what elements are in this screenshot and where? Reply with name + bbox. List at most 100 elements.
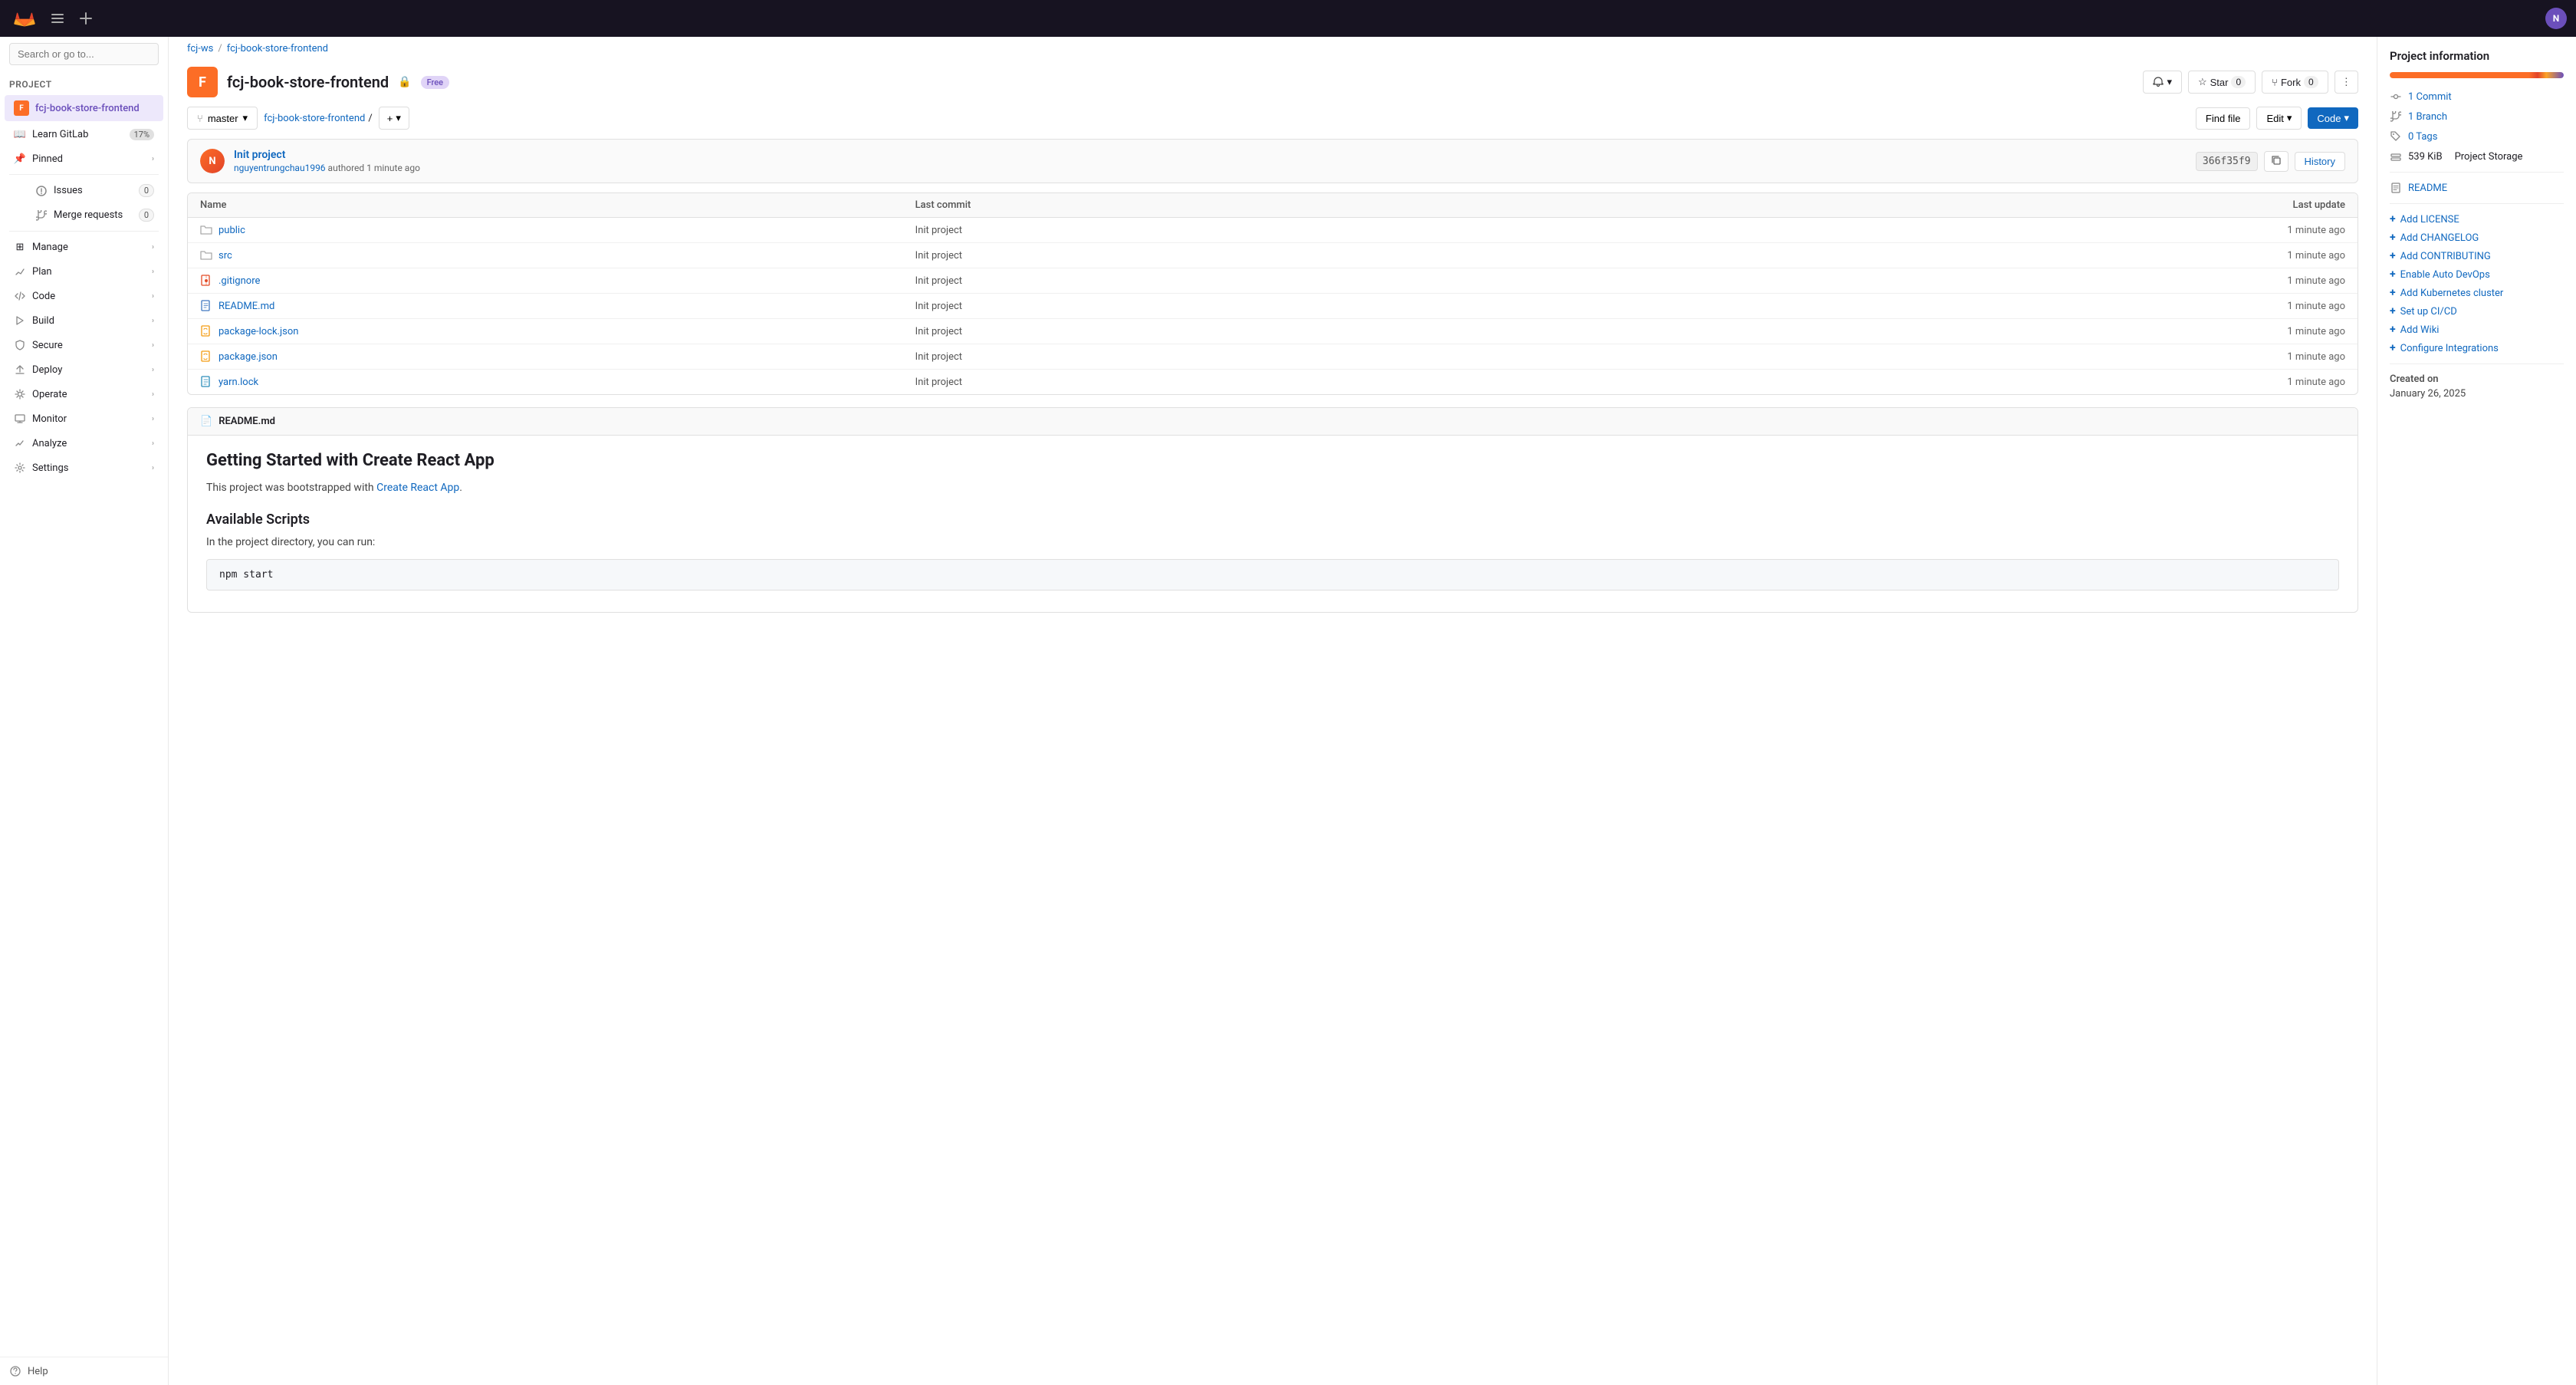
commit-message[interactable]: Init project <box>234 149 2187 161</box>
content-main: fcj-ws / fcj-book-store-frontend F fcj-b… <box>169 37 2377 1385</box>
sidebar-toggle-btn[interactable] <box>46 7 69 30</box>
commit-author[interactable]: nguyentrungchau1996 <box>234 163 326 173</box>
project-actions: ▾ ☆ Star 0 ⑂ Fork 0 ⋮ <box>2143 71 2358 94</box>
commits-link[interactable]: 1 Commit <box>2408 91 2452 103</box>
table-row: src Init project 1 minute ago <box>188 243 2358 268</box>
branches-label: Branch <box>2417 111 2447 123</box>
add-file-btn[interactable]: + ▾ <box>379 107 409 130</box>
add-wiki-link[interactable]: + Add Wiki <box>2390 324 2564 336</box>
sidebar-item-learn[interactable]: 📖 Learn GitLab 17% <box>5 123 163 146</box>
sidebar-item-secure[interactable]: Secure › <box>5 334 163 357</box>
code-icon <box>14 290 26 302</box>
file-table: Name Last commit Last update public Init… <box>187 192 2358 395</box>
content-area: fcj-ws / fcj-book-store-frontend F fcj-b… <box>169 37 2576 1385</box>
file-name-src[interactable]: src <box>200 249 915 262</box>
add-contributing-link[interactable]: + Add CONTRIBUTING <box>2390 250 2564 262</box>
add-kubernetes-icon: + <box>2390 287 2396 299</box>
sidebar-item-code[interactable]: Code › <box>5 285 163 308</box>
pinned-chevron: › <box>152 155 154 163</box>
branches-link[interactable]: 1 Branch <box>2408 111 2447 123</box>
file-name-readme[interactable]: README.md <box>200 300 915 312</box>
table-row: package-lock.json Init project 1 minute … <box>188 319 2358 344</box>
col-last-commit: Last commit <box>915 199 1631 211</box>
file-name-public[interactable]: public <box>200 224 915 236</box>
breadcrumb-workspace[interactable]: fcj-ws <box>187 43 213 54</box>
repo-controls-right: Find file Edit ▾ Code ▾ <box>2196 107 2358 130</box>
code-btn[interactable]: Code ▾ <box>2308 107 2358 129</box>
sidebar-item-deploy[interactable]: Deploy › <box>5 358 163 381</box>
project-info-title: Project information <box>2390 49 2564 63</box>
find-file-btn[interactable]: Find file <box>2196 107 2251 130</box>
right-divider-1 <box>2390 172 2564 173</box>
enable-autodevops-link[interactable]: + Enable Auto DevOps <box>2390 268 2564 281</box>
gitlab-logo-btn[interactable] <box>9 3 40 34</box>
path-root-link[interactable]: fcj-book-store-frontend <box>264 113 365 124</box>
sidebar-item-analyze[interactable]: Analyze › <box>5 432 163 455</box>
table-row: .gitignore Init project 1 minute ago <box>188 268 2358 294</box>
more-options-btn[interactable]: ⋮ <box>2334 71 2358 94</box>
fork-btn[interactable]: ⑂ Fork 0 <box>2262 71 2328 94</box>
file-name-yarn[interactable]: yarn.lock <box>200 376 915 388</box>
learn-icon: 📖 <box>14 128 26 140</box>
notification-btn[interactable]: ▾ <box>2143 71 2182 94</box>
sidebar-item-pinned[interactable]: 📌 Pinned › <box>5 147 163 170</box>
add-kubernetes-link[interactable]: + Add Kubernetes cluster <box>2390 287 2564 299</box>
tags-link[interactable]: 0 Tags <box>2408 131 2437 143</box>
history-btn[interactable]: History <box>2295 152 2345 171</box>
add-wiki-icon: + <box>2390 324 2396 336</box>
commit-info: N Init project nguyentrungchau1996 autho… <box>187 139 2358 183</box>
copy-hash-btn[interactable] <box>2264 151 2288 172</box>
readme-link[interactable]: Create React App <box>376 482 459 494</box>
add-license-link[interactable]: + Add LICENSE <box>2390 213 2564 225</box>
settings-chevron: › <box>152 464 154 472</box>
search-input[interactable] <box>9 43 159 65</box>
new-item-btn[interactable] <box>75 8 97 29</box>
table-row: yarn.lock Init project 1 minute ago <box>188 370 2358 394</box>
table-row: public Init project 1 minute ago <box>188 218 2358 243</box>
help-button[interactable]: Help <box>0 1357 168 1385</box>
notification-chevron: ▾ <box>2167 76 2172 88</box>
edit-btn[interactable]: Edit ▾ <box>2256 107 2302 130</box>
setup-cicd-icon: + <box>2390 305 2396 317</box>
right-panel: Project information 1 Commit <box>2377 37 2576 1385</box>
configure-integrations-link[interactable]: + Configure Integrations <box>2390 342 2564 354</box>
file-name-gitignore[interactable]: .gitignore <box>200 275 915 287</box>
table-row: package.json Init project 1 minute ago <box>188 344 2358 370</box>
breadcrumb-project[interactable]: fcj-book-store-frontend <box>227 43 328 54</box>
readme-intro-p: This project was bootstrapped with Creat… <box>206 479 2339 496</box>
sidebar-item-plan[interactable]: Plan › <box>5 260 163 283</box>
sidebar-divider-2 <box>9 231 159 232</box>
issues-label: Issues <box>54 185 133 196</box>
readme-body: Getting Started with Create React App Th… <box>188 436 2358 612</box>
sidebar-item-monitor[interactable]: Monitor › <box>5 407 163 430</box>
code-btn-chevron: ▾ <box>2344 112 2349 124</box>
settings-label: Settings <box>32 462 146 474</box>
file-commit: Init project <box>915 225 1631 236</box>
operate-label: Operate <box>32 389 146 400</box>
sidebar-item-build[interactable]: Build › <box>5 309 163 332</box>
file-commit: Init project <box>915 250 1631 262</box>
setup-cicd-link[interactable]: + Set up CI/CD <box>2390 305 2564 317</box>
analyze-icon <box>14 437 26 449</box>
sidebar-item-merge-requests[interactable]: Merge requests 0 <box>26 203 163 227</box>
add-changelog-link[interactable]: + Add CHANGELOG <box>2390 232 2564 244</box>
branch-selector[interactable]: ⑂ master ▾ <box>187 107 258 130</box>
add-license-icon: + <box>2390 213 2396 225</box>
secure-chevron: › <box>152 341 154 350</box>
sidebar-item-operate[interactable]: Operate › <box>5 383 163 406</box>
file-name-package[interactable]: package.json <box>200 350 915 363</box>
readme-link[interactable]: README <box>2408 183 2447 194</box>
commit-icon <box>2390 90 2402 103</box>
file-name-package-lock[interactable]: package-lock.json <box>200 325 915 337</box>
storage-label: Project Storage <box>2455 151 2523 163</box>
sidebar-item-issues[interactable]: Issues 0 <box>26 179 163 202</box>
sidebar-item-settings[interactable]: Settings › <box>5 456 163 479</box>
plan-label: Plan <box>32 266 146 278</box>
sidebar-item-project[interactable]: F fcj-book-store-frontend <box>5 95 163 121</box>
sidebar-item-manage[interactable]: ⊞ Manage › <box>5 235 163 258</box>
star-label: Star <box>2210 77 2229 88</box>
add-icon: + <box>387 113 393 124</box>
star-btn[interactable]: ☆ Star 0 <box>2188 71 2256 94</box>
add-license-label: Add LICENSE <box>2400 214 2459 225</box>
user-avatar[interactable]: N <box>2545 8 2567 29</box>
